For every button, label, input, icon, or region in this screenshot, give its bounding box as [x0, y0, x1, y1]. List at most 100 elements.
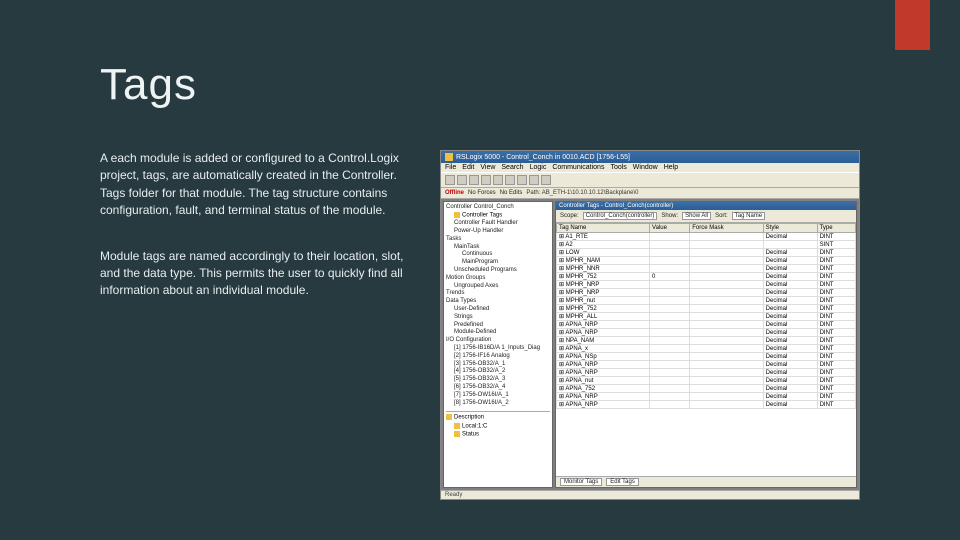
table-row[interactable]: ⊞ MPHR_NNRDecimalDINT: [557, 265, 856, 273]
tree-item[interactable]: Tasks: [446, 236, 550, 244]
table-row[interactable]: ⊞ APNA_NSpDecimalDINT: [557, 353, 856, 361]
menu-help[interactable]: Help: [664, 164, 678, 171]
menu-tools[interactable]: Tools: [610, 164, 626, 171]
paragraph-2: Module tags are named accordingly to the…: [100, 248, 410, 300]
table-row[interactable]: ⊞ MPHR_752DecimalDINT: [557, 305, 856, 313]
tab-monitor-tags[interactable]: Monitor Tags: [560, 478, 602, 486]
table-row[interactable]: ⊞ APNA_NRPDecimalDINT: [557, 369, 856, 377]
tree-item[interactable]: MainTask: [446, 244, 550, 252]
tree-item[interactable]: MainProgram: [446, 259, 550, 267]
table-row[interactable]: ⊞ APNA_NRPDecimalDINT: [557, 393, 856, 401]
column-header[interactable]: Tag Name: [557, 224, 650, 233]
paragraph-1: A each module is added or configured to …: [100, 150, 410, 220]
app-statusbar: Ready: [441, 490, 859, 499]
slide-content: A each module is added or configured to …: [100, 150, 860, 500]
tree-item[interactable]: Controller Tags: [446, 212, 550, 220]
tree-item[interactable]: Ungrouped Axes: [446, 283, 550, 291]
tree-item[interactable]: User-Defined: [446, 306, 550, 314]
app-body: Controller Control_ConchController TagsC…: [441, 199, 859, 490]
show-value[interactable]: Show All: [682, 212, 711, 220]
tree-item[interactable]: [2] 1756-IF16 Analog: [446, 353, 550, 361]
tree-item[interactable]: Continuous: [446, 251, 550, 259]
menu-window[interactable]: Window: [633, 164, 658, 171]
tree-item[interactable]: [4] 1756-OB32/A_2: [446, 368, 550, 376]
tree-item[interactable]: Unscheduled Programs: [446, 267, 550, 275]
tree-item[interactable]: Description: [446, 414, 550, 422]
table-row[interactable]: ⊞ MPHR_NRPDecimalDINT: [557, 289, 856, 297]
table-row[interactable]: ⊞ A1_RTEDecimalDINT: [557, 233, 856, 241]
table-row[interactable]: ⊞ MPHR_ALLDecimalDINT: [557, 313, 856, 321]
tree-item[interactable]: Module-Defined: [446, 329, 550, 337]
slide: Tags A each module is added or configure…: [0, 0, 960, 540]
project-tree[interactable]: Controller Control_ConchController TagsC…: [443, 201, 553, 488]
table-row[interactable]: ⊞ APNA_xDecimalDINT: [557, 345, 856, 353]
menu-edit[interactable]: Edit: [462, 164, 474, 171]
toolbar-button[interactable]: [541, 175, 551, 185]
table-row[interactable]: ⊞ NPA_NAMDecimalDINT: [557, 337, 856, 345]
mode-label: Offline: [445, 190, 464, 196]
tree-item[interactable]: [6] 1756-OB32/A_4: [446, 384, 550, 392]
tab-edit-tags[interactable]: Edit Tags: [606, 478, 639, 486]
app-toolbar: [441, 172, 859, 188]
table-row[interactable]: ⊞ LOWDecimalDINT: [557, 249, 856, 257]
show-label: Show:: [661, 213, 678, 219]
app-titlebar: RSLogix 5000 - Control_Conch in 0010.ACD…: [441, 151, 859, 163]
toolbar-button[interactable]: [481, 175, 491, 185]
menu-search[interactable]: Search: [501, 164, 523, 171]
table-row[interactable]: ⊞ APNA_752DecimalDINT: [557, 385, 856, 393]
toolbar-button[interactable]: [445, 175, 455, 185]
toolbar-button[interactable]: [469, 175, 479, 185]
column-header[interactable]: Value: [650, 224, 690, 233]
tree-item[interactable]: Power-Up Handler: [446, 228, 550, 236]
table-row[interactable]: ⊞ A2SINT: [557, 241, 856, 249]
tree-item[interactable]: Trends: [446, 290, 550, 298]
toolbar-button[interactable]: [517, 175, 527, 185]
no-forces-label: No Forces: [468, 190, 496, 196]
menu-file[interactable]: File: [445, 164, 456, 171]
tree-item[interactable]: Motion Groups: [446, 275, 550, 283]
table-row[interactable]: ⊞ APNA_NRPDecimalDINT: [557, 401, 856, 409]
tree-item[interactable]: [3] 1756-OB32/A_1: [446, 361, 550, 369]
tree-item[interactable]: Predefined: [446, 322, 550, 330]
toolbar-button[interactable]: [505, 175, 515, 185]
path-label: Path: AB_ETH-1\10.10.10.12\Backplane\0: [526, 190, 638, 196]
tree-item[interactable]: Controller Fault Handler: [446, 220, 550, 228]
tags-grid[interactable]: Tag NameValueForce MaskStyleType ⊞ A1_RT…: [556, 223, 856, 476]
menu-communications[interactable]: Communications: [552, 164, 604, 171]
menu-logic[interactable]: Logic: [530, 164, 547, 171]
toolbar-button[interactable]: [493, 175, 503, 185]
table-row[interactable]: ⊞ MPHR_7520DecimalDINT: [557, 273, 856, 281]
table-row[interactable]: ⊞ MPHR_nutDecimalDINT: [557, 297, 856, 305]
tree-item[interactable]: Controller Control_Conch: [446, 204, 550, 212]
table-row[interactable]: ⊞ MPHR_NRPDecimalDINT: [557, 281, 856, 289]
app-icon: [445, 153, 453, 161]
rslogix-screenshot: RSLogix 5000 - Control_Conch in 0010.ACD…: [440, 150, 860, 500]
tree-item[interactable]: Status: [446, 431, 550, 439]
column-header[interactable]: Type: [817, 224, 855, 233]
sort-value[interactable]: Tag Name: [732, 212, 765, 220]
tree-item[interactable]: I/O Configuration: [446, 337, 550, 345]
tree-item[interactable]: [5] 1756-OB32/A_3: [446, 376, 550, 384]
table-row[interactable]: ⊞ APNA_NRPDecimalDINT: [557, 361, 856, 369]
menu-view[interactable]: View: [480, 164, 495, 171]
column-header[interactable]: Style: [763, 224, 817, 233]
sort-label: Sort:: [715, 213, 728, 219]
scope-value[interactable]: Control_Conch(controller): [583, 212, 658, 220]
tree-item[interactable]: [8] 1756-OW16I/A_2: [446, 400, 550, 408]
tree-item[interactable]: Strings: [446, 314, 550, 322]
column-header[interactable]: Force Mask: [690, 224, 763, 233]
tree-item[interactable]: Data Types: [446, 298, 550, 306]
tree-item[interactable]: [7] 1756-OW16I/A_1: [446, 392, 550, 400]
table-row[interactable]: ⊞ APNA_NRPDecimalDINT: [557, 329, 856, 337]
tree-item[interactable]: Local:1:C: [446, 423, 550, 431]
app-statusbar-top: Offline No Forces No Edits Path: AB_ETH-…: [441, 188, 859, 199]
app-menubar: File Edit View Search Logic Communications Too…: [441, 163, 859, 172]
toolbar-button[interactable]: [529, 175, 539, 185]
tags-window: Controller Tags - Control_Conch(controll…: [555, 201, 857, 488]
tree-item[interactable]: [1] 1756-IB16D/A 1_Inputs_Diag: [446, 345, 550, 353]
table-row[interactable]: ⊞ MPHR_NAMDecimalDINT: [557, 257, 856, 265]
tags-window-title: Controller Tags - Control_Conch(controll…: [556, 202, 856, 210]
toolbar-button[interactable]: [457, 175, 467, 185]
table-row[interactable]: ⊞ APNA_NRPDecimalDINT: [557, 321, 856, 329]
table-row[interactable]: ⊞ APNA_nutDecimalDINT: [557, 377, 856, 385]
